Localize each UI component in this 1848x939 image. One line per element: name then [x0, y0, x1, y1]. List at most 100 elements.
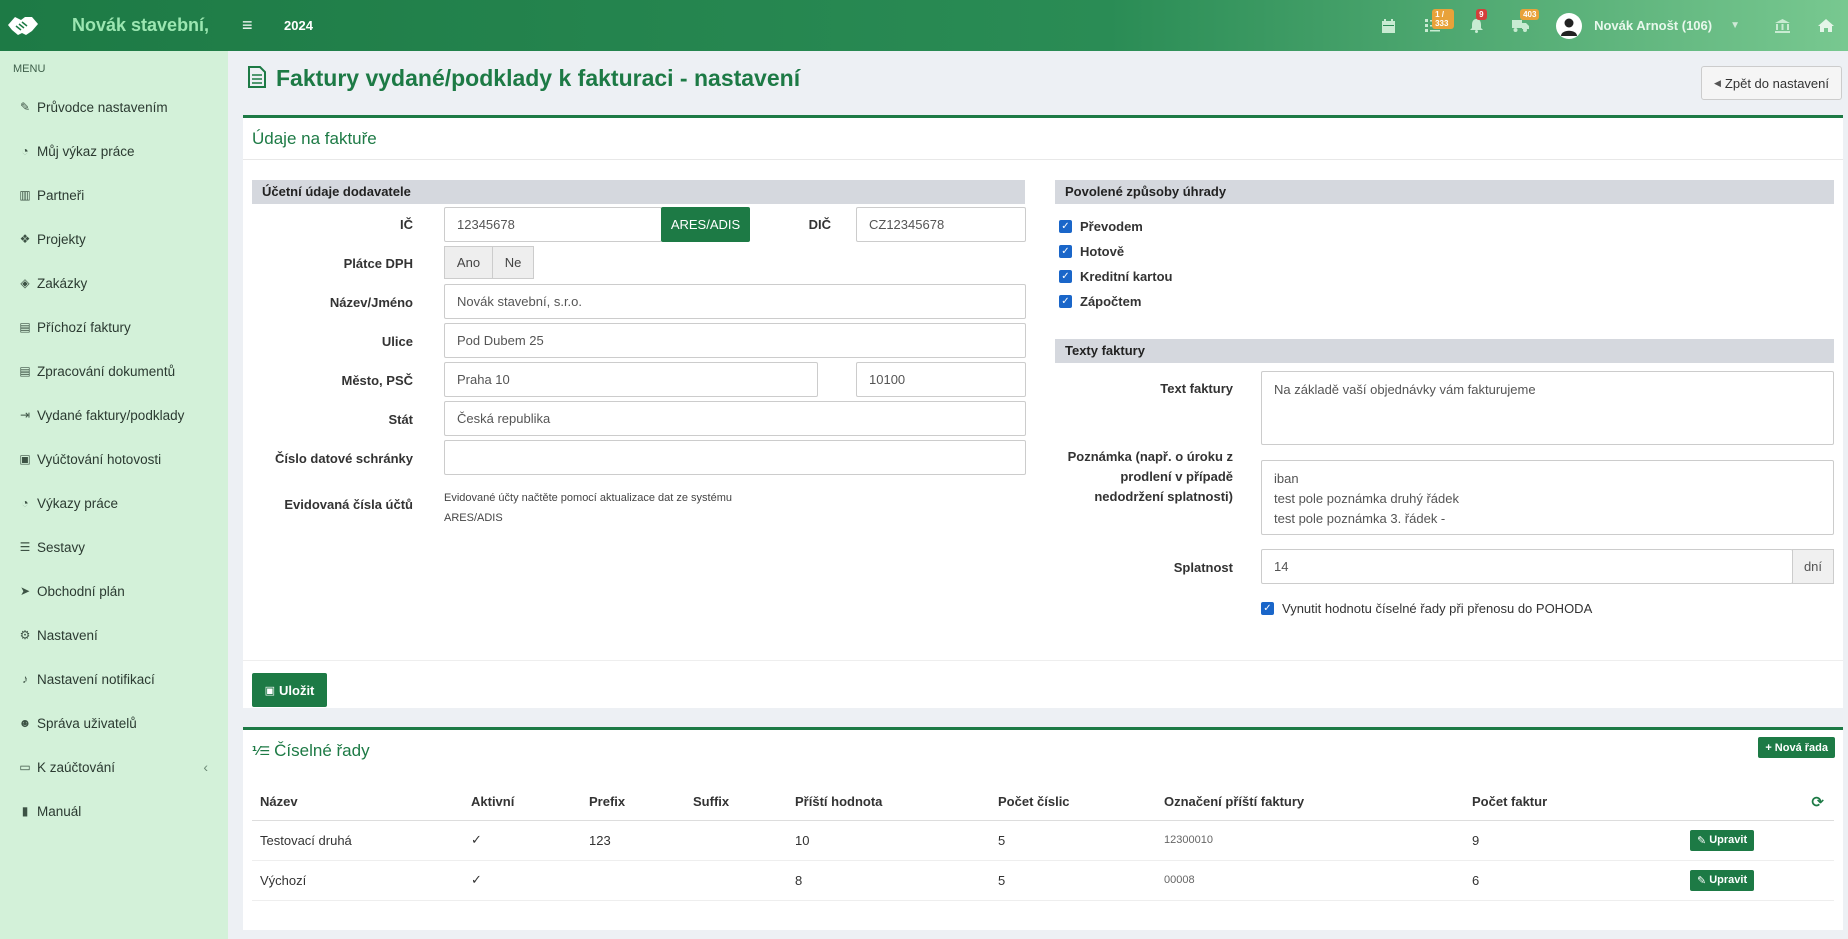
column-header[interactable]: Počet faktur	[1464, 784, 1682, 821]
sidebar-item-manual[interactable]: ▮ Manuál	[0, 789, 228, 833]
top-bar: Novák stavební, ≡ 2024 1 / 333 9 403 Nov…	[0, 0, 1848, 51]
back-to-settings-button[interactable]: ◀ Zpět do nastavení	[1701, 66, 1842, 100]
panel-title: Číselné řady	[274, 741, 370, 760]
messages-badge: 403	[1520, 9, 1540, 20]
sidebar-item-label: Manuál	[37, 803, 82, 819]
panel-title: Údaje na faktuře	[252, 128, 377, 148]
list-icon: ☰	[19, 540, 31, 554]
bank-icon[interactable]	[1760, 0, 1804, 51]
brand[interactable]: Novák stavební,	[0, 0, 228, 51]
sidebar-item-projekty[interactable]: ❖ Projekty	[0, 217, 228, 261]
payment-card-checkbox[interactable]: ✓ Kreditní kartou	[1059, 269, 1172, 284]
name-input[interactable]: Novák stavební, s.r.o.	[444, 284, 1026, 319]
home-icon[interactable]	[1804, 0, 1848, 51]
sidebar-item-partneri[interactable]: ▥ Partneři	[0, 173, 228, 217]
checkbox-checked-icon: ✓	[1059, 245, 1072, 258]
panel-footer-divider	[243, 660, 1843, 661]
country-input[interactable]: Česká republika	[444, 401, 1026, 436]
table-row: Výchozí ✓ 8 5 00008 6 ✎ Upravit	[252, 860, 1834, 901]
sidebar-item-prichozi-faktury[interactable]: ▤ Příchozí faktury	[0, 305, 228, 349]
databox-input[interactable]	[444, 440, 1026, 475]
series-digits: 5	[990, 820, 1156, 861]
note-line: iban	[1274, 471, 1299, 486]
series-digits: 5	[990, 860, 1156, 901]
avatar	[1556, 12, 1583, 39]
sidebar-item-obchodni-plan[interactable]: ➤ Obchodní plán	[0, 569, 228, 613]
city-input[interactable]: Praha 10	[444, 362, 818, 397]
column-header[interactable]: Počet číslic	[990, 784, 1156, 821]
page-title: Faktury vydané/podklady k fakturaci - na…	[248, 65, 800, 92]
sidebar-item-label: Nastavení	[37, 627, 98, 643]
invoice-text-textarea[interactable]: Na základě vaší objednávky vám fakturuje…	[1261, 371, 1834, 445]
series-name: Testovací druhá	[252, 820, 463, 861]
edit-button[interactable]: ✎ Upravit	[1690, 829, 1755, 851]
column-header[interactable]: Příští hodnota	[787, 784, 990, 821]
tasks-icon[interactable]: 1 / 333	[1410, 0, 1455, 51]
bell-icon: ♪	[22, 672, 28, 686]
hamburger-menu-icon[interactable]: ≡	[242, 15, 266, 36]
series-invoice-count: 9	[1464, 820, 1682, 861]
vat-no-button[interactable]: Ne	[492, 246, 534, 279]
save-button[interactable]: ▣ Uložit	[252, 673, 327, 707]
invoice-note-textarea[interactable]: iban test pole poznámka druhý řádek test…	[1261, 460, 1834, 535]
vat-yes-button[interactable]: Ano	[444, 246, 493, 279]
sidebar-item-label: K zaúčtování	[37, 759, 116, 775]
checkbox-checked-icon: ✓	[1059, 295, 1072, 308]
sidebar-item-vydane-faktury[interactable]: ⇥ Vydané faktury/podklady	[0, 393, 228, 437]
pencil-icon: ✎	[1697, 874, 1707, 887]
sidebar-item-label: Vydané faktury/podklady	[37, 407, 185, 423]
pencil-icon: ✎	[1697, 834, 1707, 847]
payment-methods-section-title: Povolené způsoby úhrady	[1055, 180, 1834, 204]
sidebar-item-pruvodce[interactable]: ✎ Průvodce nastavením	[0, 85, 228, 129]
payment-offset-checkbox[interactable]: ✓ Zápočtem	[1059, 294, 1141, 309]
year-selector[interactable]: 2024	[284, 18, 313, 33]
accounts-help-text: Evidované účty načtěte pomocí aktualizac…	[444, 492, 732, 524]
sidebar-item-vykazy-prace[interactable]: ◔ Výkazy práce	[0, 481, 228, 525]
sidebar-item-sprava-uzivatelu[interactable]: ☻ Správa uživatelů	[0, 701, 228, 745]
sidebar-item-sestavy[interactable]: ☰ Sestavy	[0, 525, 228, 569]
column-header[interactable]: Prefix	[581, 784, 685, 821]
sidebar-item-vyuctovani-hotovosti[interactable]: ▣ Vyúčtování hotovosti	[0, 437, 228, 481]
series-prefix	[581, 860, 685, 901]
sidebar-item-label: Nastavení notifikací	[37, 671, 155, 687]
sidebar-item-k-zauctovani[interactable]: ▭ K zaúčtování ‹	[0, 745, 228, 789]
invoice-texts-section-title: Texty faktury	[1055, 339, 1834, 363]
sidebar-item-nastaveni-notifikaci[interactable]: ♪ Nastavení notifikací	[0, 657, 228, 701]
dic-input[interactable]: CZ12345678	[856, 207, 1026, 242]
sidebar-item-zakazky[interactable]: ◈ Zakázky	[0, 261, 228, 305]
column-header[interactable]: Aktivní	[463, 784, 581, 821]
column-header[interactable]: Název	[252, 784, 463, 821]
edit-button[interactable]: ✎ Upravit	[1690, 869, 1755, 891]
plus-icon: +	[1765, 741, 1772, 754]
truck-icon[interactable]: 403	[1498, 0, 1542, 51]
sort-numeric-icon: ⅟☰	[252, 744, 271, 758]
column-header[interactable]: Označení příští faktury	[1156, 784, 1464, 821]
accounts-label: Evidovaná čísla účtů	[284, 497, 413, 512]
calendar-icon[interactable]	[1366, 0, 1410, 51]
invoice-data-panel: Údaje na faktuře Účetní údaje dodavatele…	[243, 115, 1843, 708]
chevron-down-icon: ▼	[1730, 20, 1740, 31]
sidebar-item-zpracovani-dokumentu[interactable]: ▤ Zpracování dokumentů	[0, 349, 228, 393]
due-days-input[interactable]: 14	[1261, 549, 1793, 584]
sidebar-item-label: Projekty	[37, 231, 86, 247]
new-series-button[interactable]: + Nová řada	[1758, 737, 1835, 758]
sidebar-item-label: Průvodce nastavením	[37, 99, 168, 115]
zip-input[interactable]: 10100	[856, 362, 1026, 397]
ic-input[interactable]: 12345678	[444, 207, 662, 242]
payment-cash-checkbox[interactable]: ✓ Hotově	[1059, 244, 1124, 259]
folder-icon: ▭	[19, 760, 31, 774]
series-active-check-icon: ✓	[463, 820, 581, 861]
column-header[interactable]: Suffix	[685, 784, 787, 821]
pohoda-force-checkbox[interactable]: ✓ Vynutit hodnotu číselné řady při přenos…	[1261, 601, 1592, 616]
ares-adis-button[interactable]: ARES/ADIS	[661, 207, 750, 242]
name-label: Název/Jméno	[329, 295, 413, 310]
payment-transfer-checkbox[interactable]: ✓ Převodem	[1059, 219, 1143, 234]
sidebar-item-nastaveni[interactable]: ⚙ Nastavení	[0, 613, 228, 657]
checkbox-checked-icon: ✓	[1059, 270, 1072, 283]
edit-label: Upravit	[1709, 874, 1748, 886]
refresh-icon[interactable]: ⟳	[1682, 784, 1834, 821]
sidebar-item-muj-vykaz[interactable]: ◔ Můj výkaz práce	[0, 129, 228, 173]
street-input[interactable]: Pod Dubem 25	[444, 323, 1026, 358]
bell-icon[interactable]: 9	[1454, 0, 1498, 51]
user-menu[interactable]: Novák Arnošt (106) ▼	[1556, 12, 1740, 39]
